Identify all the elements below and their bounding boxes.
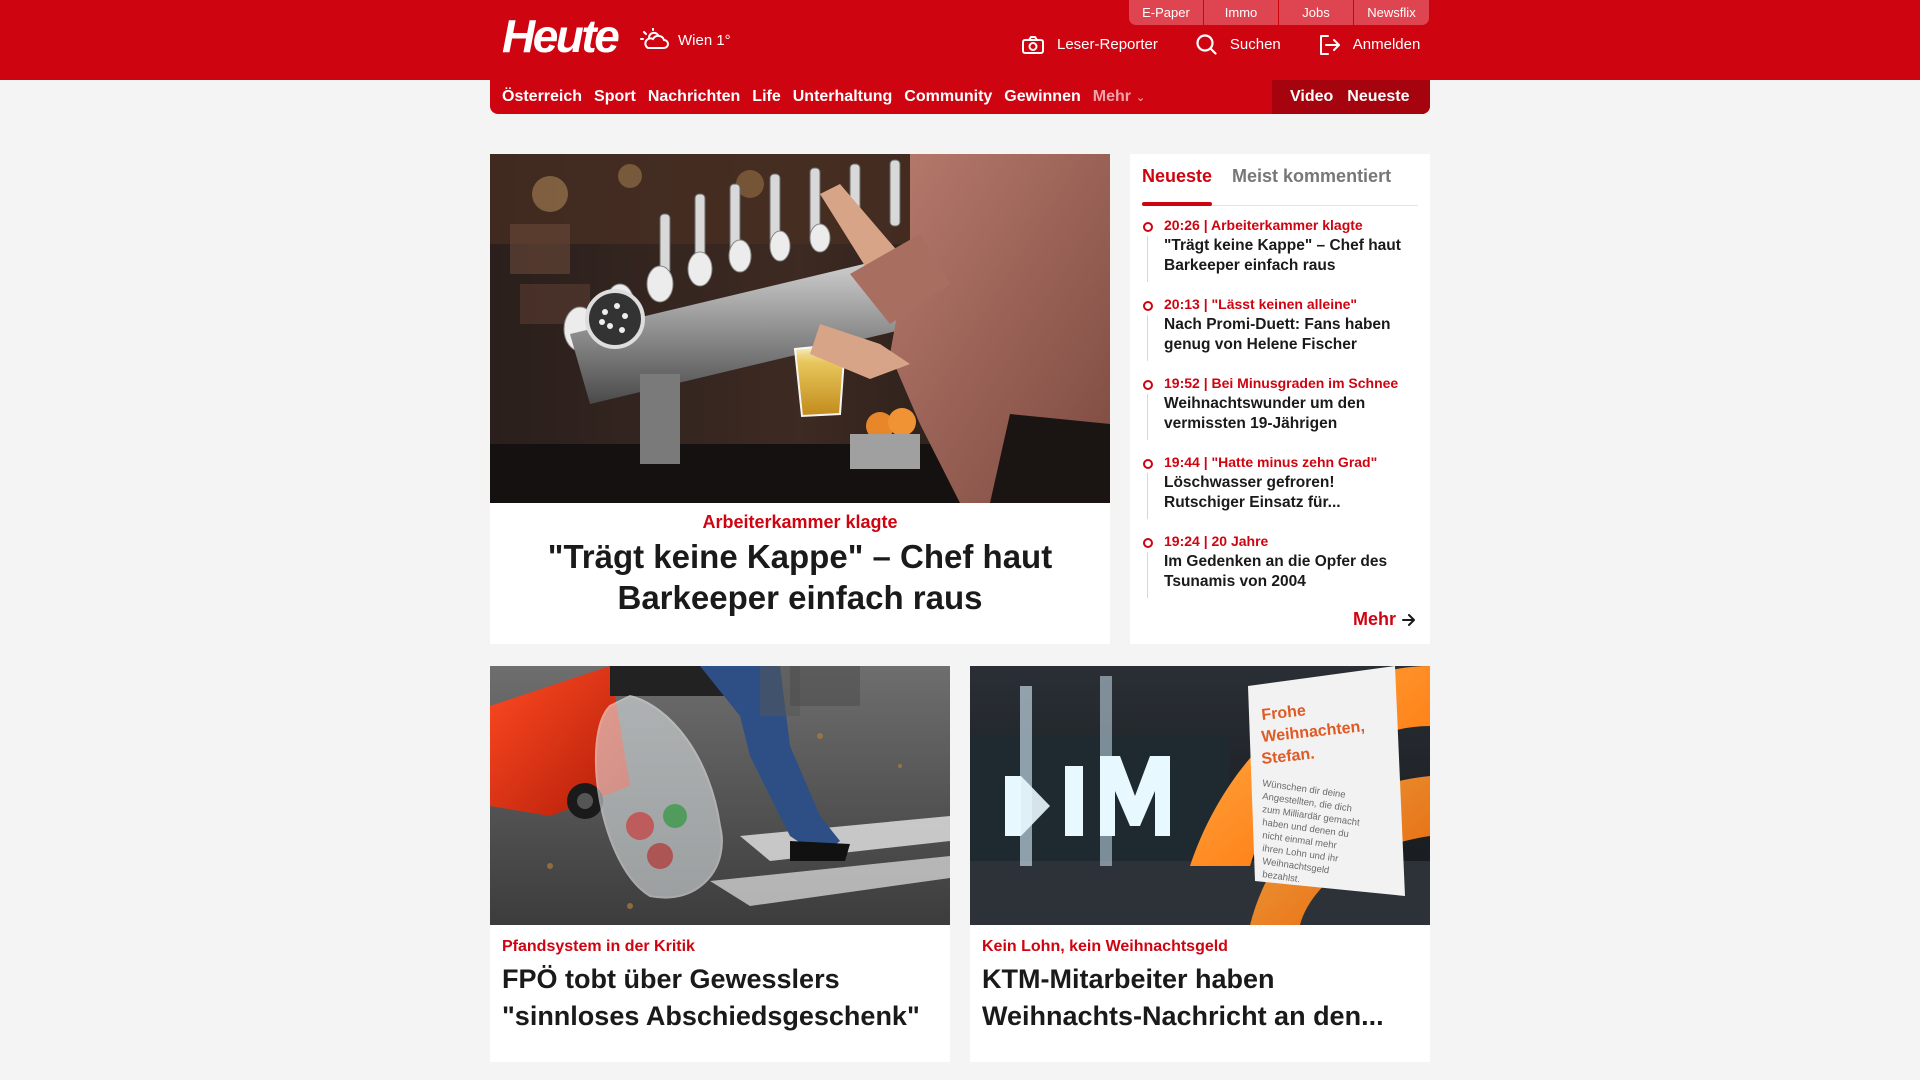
timeline-title: "Trägt keine Kappe" – Chef haut Barkeepe… bbox=[1164, 237, 1401, 274]
nav-item-community[interactable]: Community bbox=[904, 88, 992, 106]
sidebar-tabs: Neueste Meist kommentiert bbox=[1142, 162, 1418, 206]
nav-item-sport[interactable]: Sport bbox=[594, 88, 636, 106]
timeline-item[interactable]: 20:13 | "Lässt keinen alleine" Nach Prom… bbox=[1142, 295, 1418, 374]
site-header: E-Paper Immo Jobs Newsflix Heute Wien 1°… bbox=[0, 0, 1920, 80]
timeline-kicker: 19:52 | Bei Minusgraden im Schnee bbox=[1164, 375, 1399, 391]
timeline-dot bbox=[1143, 380, 1153, 390]
sidebar-more-label: Mehr bbox=[1352, 609, 1396, 629]
article-card[interactable]: Pfandsystem in der Kritik FPÖ tobt über … bbox=[490, 666, 950, 1062]
latest-news-sidebar: Neueste Meist kommentiert 20:26 | Arbeit… bbox=[1130, 154, 1430, 644]
card-title[interactable]: FPÖ tobt über Gewesslers "sinnloses Absc… bbox=[502, 961, 942, 1035]
top-link-newsflix[interactable]: Newsflix bbox=[1354, 0, 1429, 25]
article-image[interactable] bbox=[490, 666, 950, 925]
article-card[interactable]: Frohe Weihnachten, Stefan. Wünschen dir … bbox=[970, 666, 1430, 1062]
tab-neueste[interactable]: Neueste bbox=[1142, 162, 1213, 206]
hero-kicker[interactable]: Arbeiterkammer klagte bbox=[490, 512, 1110, 533]
card-kicker[interactable]: Pfandsystem in der Kritik bbox=[502, 938, 695, 956]
timeline-line bbox=[1147, 394, 1148, 440]
timeline-title: Löschwasser gefroren! Rutschiger Einsatz… bbox=[1164, 474, 1341, 511]
card-title[interactable]: KTM-Mitarbeiter haben Weihnachts-Nachric… bbox=[982, 961, 1422, 1035]
nav-item-life[interactable]: Life bbox=[752, 88, 780, 106]
search-button[interactable]: Suchen bbox=[1196, 34, 1281, 55]
timeline-line bbox=[1147, 236, 1148, 282]
top-link-immo[interactable]: Immo bbox=[1204, 0, 1279, 25]
timeline-dot bbox=[1143, 301, 1153, 311]
timeline-item[interactable]: 19:44 | "Hatte minus zehn Grad" Löschwas… bbox=[1142, 453, 1418, 532]
tab-meist-kommentiert[interactable]: Meist kommentiert bbox=[1232, 162, 1391, 205]
header-actions: Leser-Reporter Suchen Anmelden bbox=[1022, 34, 1420, 55]
weather-location: Wien 1° bbox=[678, 31, 731, 49]
timeline-dot bbox=[1143, 459, 1153, 469]
news-timeline: 20:26 | Arbeiterkammer klagte "Trägt kei… bbox=[1142, 216, 1418, 611]
timeline-line bbox=[1147, 315, 1148, 361]
timeline-kicker: 19:24 | 20 Jahre bbox=[1164, 533, 1269, 549]
top-link-jobs[interactable]: Jobs bbox=[1279, 0, 1354, 25]
timeline-title: Weihnachtswunder um den vermissten 19-Jä… bbox=[1164, 395, 1366, 432]
timeline-title: Nach Promi-Duett: Fans haben genug von H… bbox=[1164, 316, 1391, 353]
search-icon bbox=[1196, 34, 1217, 55]
card-kicker[interactable]: Kein Lohn, kein Weihnachtsgeld bbox=[982, 938, 1228, 956]
top-links: E-Paper Immo Jobs Newsflix bbox=[1129, 0, 1429, 25]
timeline-kicker: 20:26 | Arbeiterkammer klagte bbox=[1164, 217, 1363, 233]
login-button[interactable]: Anmelden bbox=[1319, 34, 1421, 55]
camera-icon bbox=[1022, 35, 1044, 54]
nav-more-dropdown[interactable]: Mehr ⌄ bbox=[1093, 88, 1145, 106]
nav-item-gewinnen[interactable]: Gewinnen bbox=[1004, 88, 1080, 106]
sidebar-more-link[interactable]: Mehr bbox=[1353, 609, 1416, 630]
chevron-down-icon: ⌄ bbox=[1135, 91, 1146, 104]
timeline-dot bbox=[1143, 222, 1153, 232]
search-label: Suchen bbox=[1229, 36, 1281, 53]
timeline-kicker: 20:13 | "Lässt keinen alleine" bbox=[1164, 296, 1358, 312]
timeline-item[interactable]: 20:26 | Arbeiterkammer klagte "Trägt kei… bbox=[1142, 216, 1418, 295]
arrow-right-icon bbox=[1402, 613, 1415, 626]
hero-title[interactable]: "Trägt keine Kappe" – Chef haut Barkeepe… bbox=[520, 536, 1080, 618]
login-icon bbox=[1319, 34, 1340, 55]
nav-item-video[interactable]: Video bbox=[1290, 88, 1333, 106]
leser-reporter-button[interactable]: Leser-Reporter bbox=[1022, 35, 1158, 54]
timeline-item[interactable]: 19:52 | Bei Minusgraden im Schnee Weihna… bbox=[1142, 374, 1418, 453]
timeline-line bbox=[1147, 552, 1148, 598]
cloud-sun-icon bbox=[640, 28, 669, 49]
timeline-dot bbox=[1143, 538, 1153, 548]
article-image[interactable]: Frohe Weihnachten, Stefan. Wünschen dir … bbox=[970, 666, 1430, 925]
nav-item-unterhaltung[interactable]: Unterhaltung bbox=[793, 88, 893, 106]
login-label: Anmelden bbox=[1352, 36, 1421, 53]
site-logo[interactable]: Heute bbox=[502, 13, 620, 59]
hero-article[interactable]: Arbeiterkammer klagte "Trägt keine Kappe… bbox=[490, 154, 1110, 644]
timeline-line bbox=[1147, 473, 1148, 519]
hero-image[interactable] bbox=[490, 154, 1110, 503]
nav-item-nachrichten[interactable]: Nachrichten bbox=[648, 88, 740, 106]
nav-more-label: Mehr bbox=[1092, 88, 1131, 105]
timeline-item[interactable]: 19:24 | 20 Jahre Im Gedenken an die Opfe… bbox=[1142, 532, 1418, 611]
main-nav: Österreich Sport Nachrichten Life Unterh… bbox=[490, 80, 1430, 114]
nav-right: Video Neueste bbox=[1272, 80, 1430, 114]
nav-item-neueste[interactable]: Neueste bbox=[1347, 88, 1409, 106]
top-link-epaper[interactable]: E-Paper bbox=[1129, 0, 1204, 25]
timeline-kicker: 19:44 | "Hatte minus zehn Grad" bbox=[1164, 454, 1378, 470]
nav-items: Österreich Sport Nachrichten Life Unterh… bbox=[502, 80, 1157, 114]
nav-item-oesterreich[interactable]: Österreich bbox=[502, 88, 582, 106]
timeline-title: Im Gedenken an die Opfer des Tsunamis vo… bbox=[1164, 553, 1388, 590]
leser-reporter-label: Leser-Reporter bbox=[1057, 36, 1158, 53]
weather-widget[interactable]: Wien 1° bbox=[640, 28, 731, 52]
